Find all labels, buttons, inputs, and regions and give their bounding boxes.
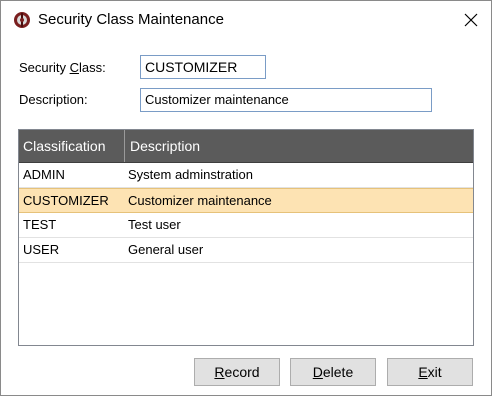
grid-header: Classification Description	[19, 130, 473, 163]
security-class-label: Security Class:	[19, 60, 106, 75]
cell-description: System adminstration	[128, 167, 253, 182]
cell-description: Test user	[128, 217, 181, 232]
close-icon[interactable]	[453, 3, 489, 37]
cell-classification: TEST	[23, 217, 57, 232]
cell-description: Customizer maintenance	[128, 193, 272, 208]
column-header-description[interactable]: Description	[126, 130, 473, 162]
app-logo-icon	[13, 11, 31, 29]
column-separator[interactable]	[124, 130, 125, 162]
security-class-field[interactable]: CUSTOMIZER	[140, 55, 266, 79]
table-row[interactable]: TEST Test user	[19, 213, 473, 238]
delete-button[interactable]: Delete	[290, 358, 376, 386]
title-bar: Security Class Maintenance	[1, 1, 491, 39]
exit-button[interactable]: Exit	[387, 358, 473, 386]
table-row-selected[interactable]: CUSTOMIZER Customizer maintenance	[19, 188, 473, 213]
cell-classification: CUSTOMIZER	[23, 193, 109, 208]
security-class-grid[interactable]: Classification Description ADMIN System …	[18, 129, 474, 346]
security-class-window: Security Class Maintenance Security Clas…	[0, 0, 492, 396]
cell-classification: USER	[23, 242, 60, 257]
table-row[interactable]: USER General user	[19, 238, 473, 263]
window-title: Security Class Maintenance	[38, 11, 224, 28]
cell-classification: ADMIN	[23, 167, 65, 182]
record-button[interactable]: Record	[194, 358, 280, 386]
description-field[interactable]: Customizer maintenance	[140, 88, 432, 112]
table-row[interactable]: ADMIN System adminstration	[19, 163, 473, 188]
cell-description: General user	[128, 242, 204, 257]
column-header-classification[interactable]: Classification	[19, 130, 124, 162]
description-label: Description:	[19, 92, 88, 107]
